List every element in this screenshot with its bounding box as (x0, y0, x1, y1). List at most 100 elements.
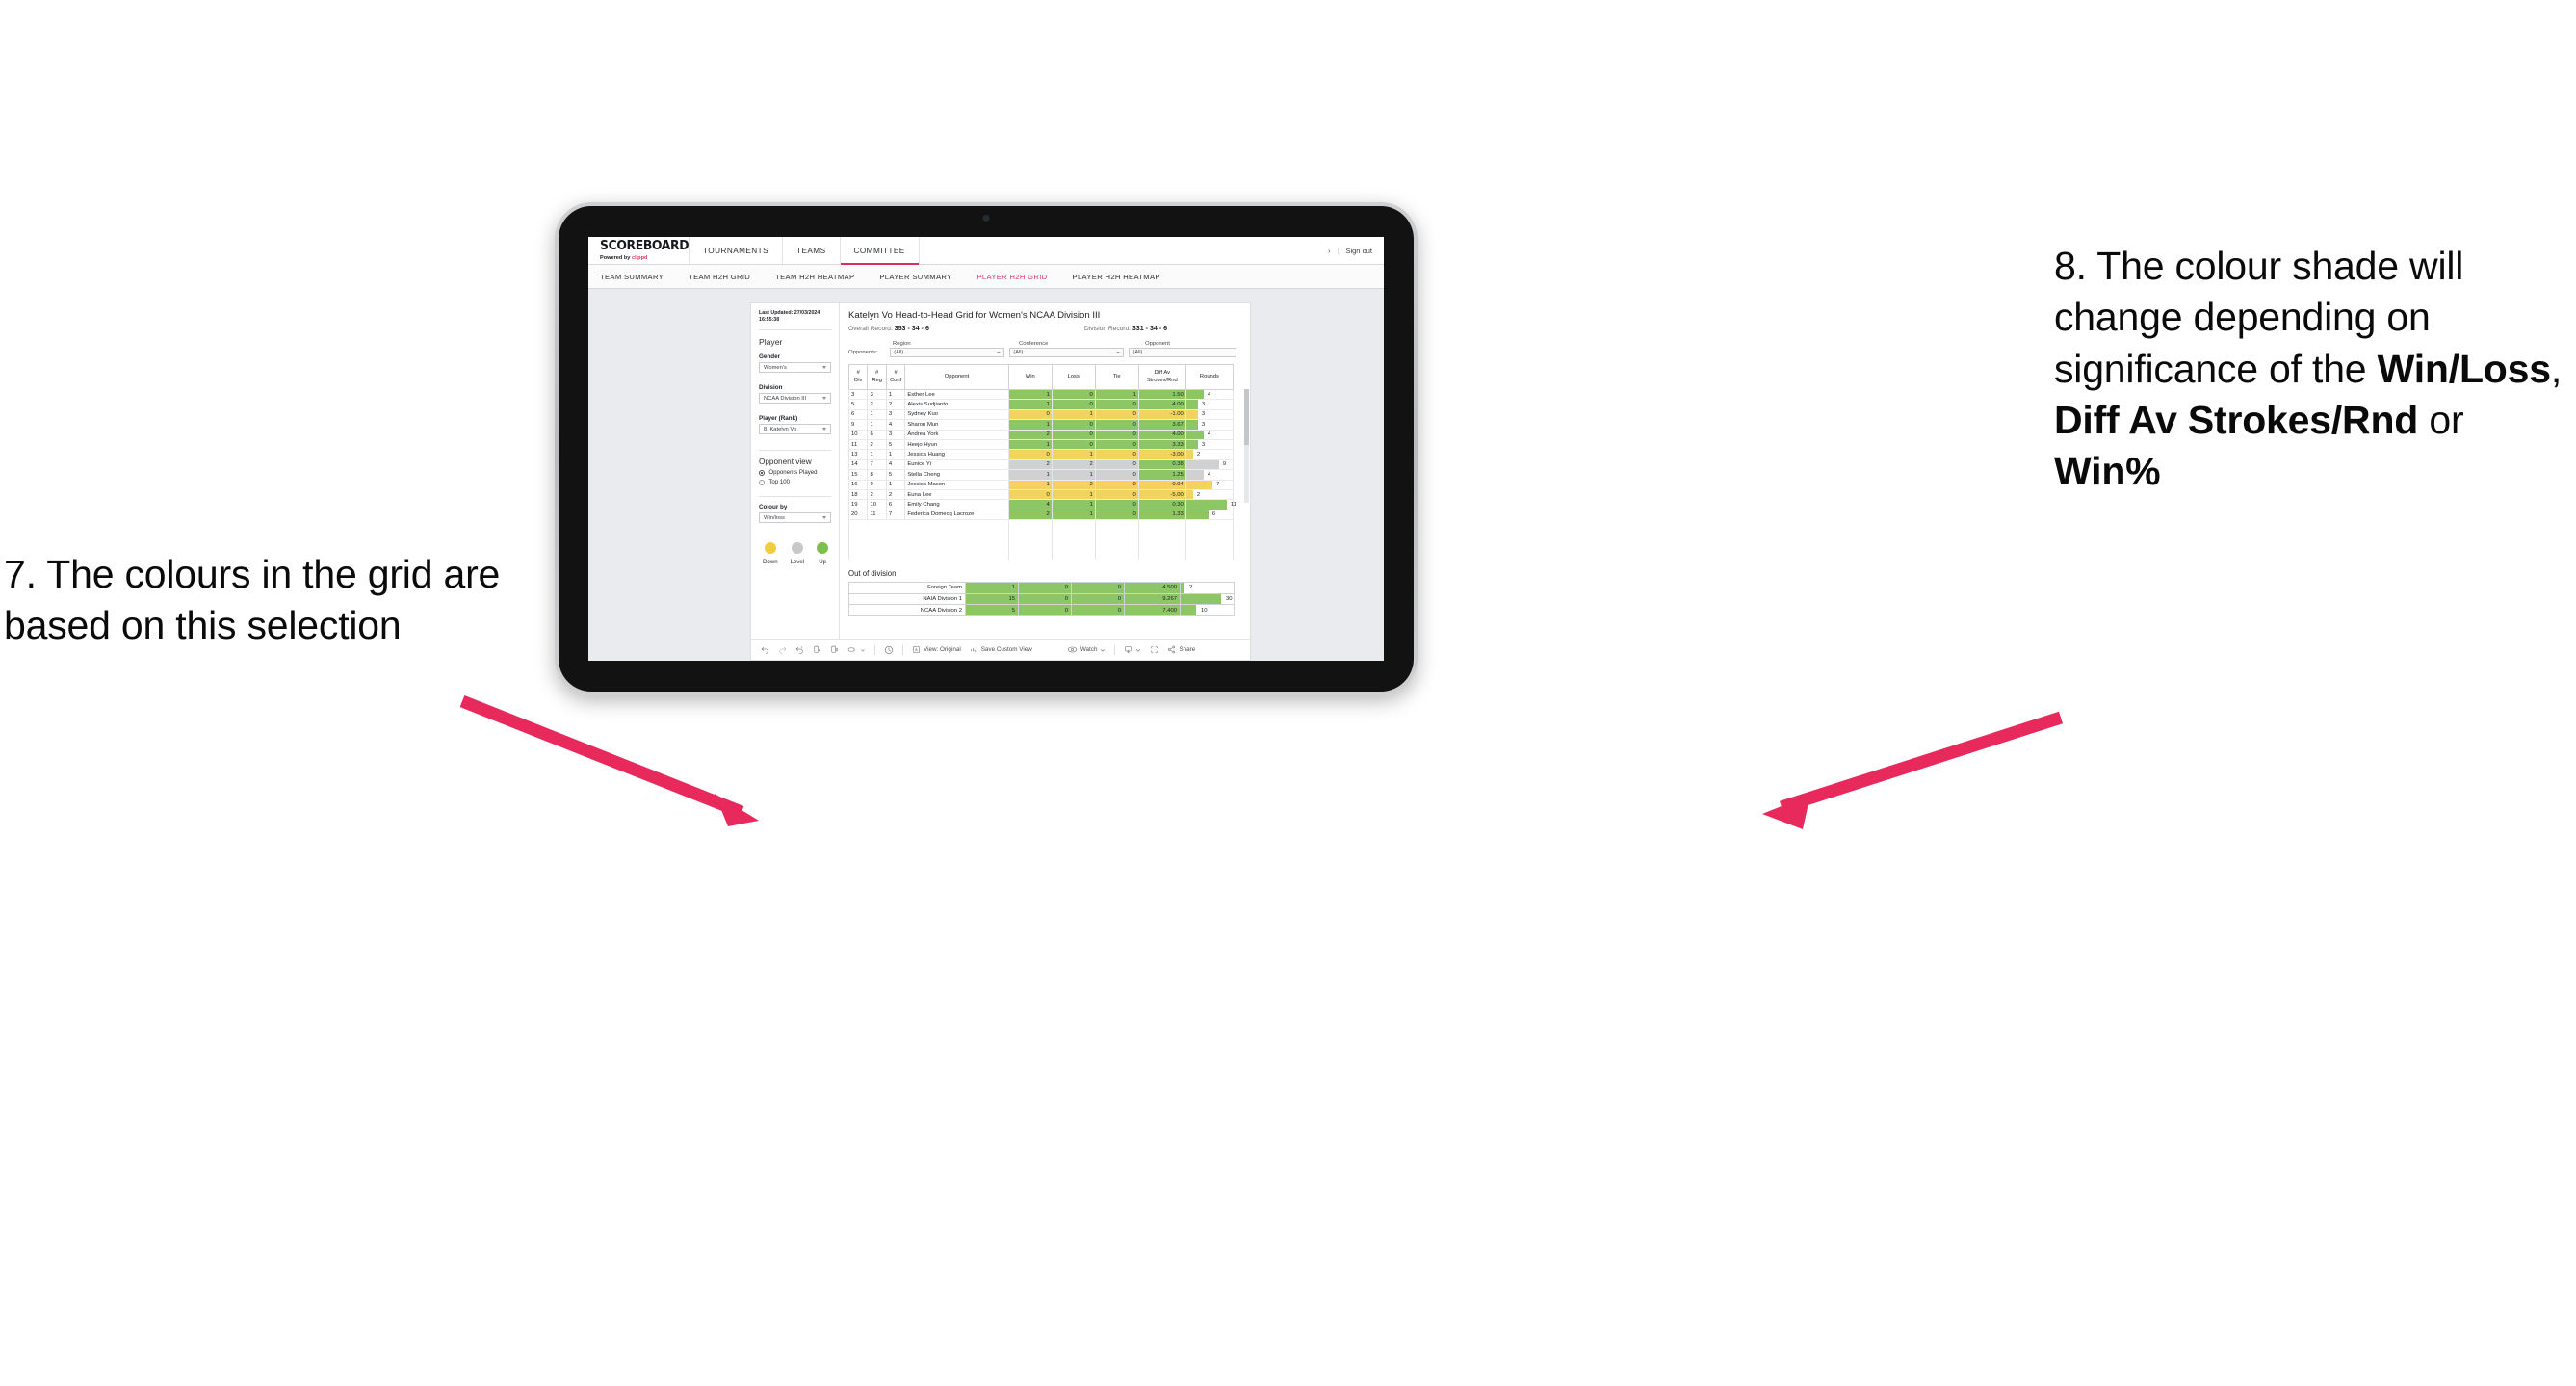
watch-dropdown[interactable]: Watch (1067, 645, 1106, 654)
cell-div: 9 (847, 419, 869, 431)
cell-tie: 0 (1094, 480, 1139, 490)
sign-out-link[interactable]: Sign out (1345, 247, 1372, 255)
tab-player-h2h-heatmap[interactable]: PLAYER H2H HEATMAP (1073, 273, 1160, 281)
highlight-dropdown[interactable] (847, 645, 866, 654)
toolbar-divider-2 (902, 644, 903, 655)
pause-auto-update-button[interactable] (884, 645, 894, 655)
redo-button[interactable] (778, 645, 787, 654)
table-row[interactable]: 10 6 3 Andrea York 2 0 0 4.00 4 (847, 430, 1235, 440)
tab-team-h2h-heatmap[interactable]: TEAM H2H HEATMAP (775, 273, 854, 281)
cell-reg: 2 (867, 439, 887, 451)
out-of-division-row[interactable]: NCAA Division 2 5 0 0 7.400 10 (848, 604, 1235, 616)
player-rank-value: 8. Katelyn Vo (764, 426, 797, 432)
save-custom-view-button[interactable]: Save Custom View (970, 645, 1032, 654)
cell-reg: 2 (867, 489, 887, 501)
tab-player-h2h-grid[interactable]: PLAYER H2H GRID (976, 273, 1047, 281)
toolbar-divider-3 (1114, 644, 1116, 655)
cell-rounds: 4 (1184, 389, 1235, 401)
grid-vertical-scrollbar[interactable] (1244, 389, 1249, 503)
col-header-conf[interactable]: # Conf (885, 364, 906, 390)
pause-updates-button[interactable] (830, 645, 839, 654)
colour-by-select[interactable]: Win/loss (759, 512, 831, 524)
table-row[interactable]: 18 2 2 Euna Lee 0 1 0 -5.00 2 (847, 489, 1235, 501)
radio-opponents-played[interactable]: Opponents Played (759, 469, 831, 476)
grid-body: 3 3 1 Esther Lee 1 0 1 1.50 4 5 2 2 Alexis Sudjianto… (847, 389, 1236, 561)
table-row[interactable]: 14 7 4 Eunice Yi 2 2 0 0.38 9 (847, 459, 1235, 471)
expand-chevron-icon[interactable]: › (1328, 247, 1331, 255)
fullscreen-button[interactable] (1150, 645, 1158, 654)
cell-diff: -3.00 (1137, 449, 1186, 460)
col-div-l2: Div (854, 377, 863, 383)
cell-tie: 1 (1094, 389, 1139, 401)
view-original-button[interactable]: View: Original (912, 645, 961, 654)
undo-button[interactable] (761, 645, 769, 654)
radio-top-100[interactable]: Top 100 (759, 479, 831, 485)
ood-cell-tie: 0 (1071, 604, 1125, 616)
gender-select[interactable]: Women's (759, 362, 831, 374)
cell-reg: 6 (867, 430, 887, 440)
tab-player-summary[interactable]: PLAYER SUMMARY (879, 273, 951, 281)
player-rank-select[interactable]: 8. Katelyn Vo (759, 424, 831, 435)
opponent-filter-select[interactable]: (All) (1129, 348, 1236, 357)
scrollbar-thumb[interactable] (1244, 389, 1249, 445)
cell-win: 1 (1007, 469, 1053, 481)
brand-tagline: Powered by clippd (600, 255, 689, 261)
legend-swatch-level (791, 542, 803, 555)
col-header-tie[interactable]: Tie (1094, 364, 1139, 390)
legend-item-up: Up (817, 542, 829, 565)
share-label: Share (1179, 646, 1196, 653)
col-header-reg[interactable]: # Reg (867, 364, 887, 390)
cell-rounds: 6 (1184, 510, 1235, 521)
table-row[interactable]: 3 3 1 Esther Lee 1 0 1 1.50 4 (847, 389, 1235, 401)
nav-item-tournaments[interactable]: TOURNAMENTS (690, 237, 784, 264)
revert-button[interactable] (795, 645, 804, 654)
col-header-rounds[interactable]: Rounds (1184, 364, 1235, 390)
legend-swatch-up (817, 542, 829, 555)
opponents-tag: Opponents: (848, 350, 878, 355)
col-header-win[interactable]: Win (1007, 364, 1053, 390)
col-header-diff[interactable]: Diff Av Strokes/Rnd (1137, 364, 1186, 390)
cell-rounds-value: 4 (1207, 471, 1211, 478)
division-select[interactable]: NCAA Division III (759, 393, 831, 405)
table-row[interactable]: 16 9 1 Jessica Mason 1 2 0 -0.94 7 (847, 480, 1235, 490)
tab-team-h2h-grid[interactable]: TEAM H2H GRID (689, 273, 750, 281)
refresh-data-button[interactable] (813, 645, 821, 654)
table-row[interactable]: 6 1 3 Sydney Kuo 0 1 0 -1.00 3 (847, 409, 1235, 421)
table-row[interactable]: 11 2 5 Heejo Hyun 1 0 0 3.33 3 (847, 439, 1235, 451)
col-reg-l1: # (875, 370, 879, 377)
conference-filter-select[interactable]: (All) (1009, 348, 1125, 357)
table-row[interactable]: 5 2 2 Alexis Sudjianto 1 0 0 4.00 3 (847, 399, 1235, 410)
table-row[interactable]: 9 1 4 Sharon Mun 1 0 0 3.67 3 (847, 419, 1235, 431)
table-row[interactable]: 20 11 7 Federica Domecq Lacroze 2 1 0 1.33 6 (847, 510, 1235, 521)
table-row[interactable]: 19 10 6 Emily Chang 4 1 0 0.30 11 (847, 499, 1236, 510)
out-of-division-row[interactable]: NAIA Division 1 15 0 0 9.267 30 (848, 592, 1235, 606)
cell-rounds: 7 (1184, 480, 1235, 490)
annotation-7-arrow (459, 694, 759, 826)
cell-loss: 1 (1051, 499, 1096, 510)
share-button[interactable]: Share (1167, 645, 1195, 654)
col-header-div[interactable]: # Div (847, 364, 869, 390)
download-dropdown[interactable] (1124, 645, 1141, 654)
cell-win: 1 (1007, 399, 1053, 410)
table-row[interactable]: 13 1 1 Jessica Huang 0 1 0 -3.00 2 (847, 449, 1235, 460)
division-record: Division Record: 331 - 34 - 6 (1084, 325, 1167, 332)
cell-opponent: Jessica Huang (904, 449, 1009, 460)
nav-item-committee[interactable]: COMMITTEE (840, 237, 920, 265)
cell-div: 6 (847, 409, 869, 421)
region-filter-select[interactable]: (All) (890, 348, 1005, 357)
tab-team-summary[interactable]: TEAM SUMMARY (600, 273, 664, 281)
table-row[interactable]: 15 8 5 Stella Cheng 1 1 0 1.25 4 (847, 469, 1235, 481)
cell-loss: 0 (1051, 399, 1096, 410)
out-of-division-row[interactable]: Foreign Team 1 0 0 4.500 2 (848, 582, 1235, 594)
cell-reg: 7 (867, 459, 887, 471)
cell-conf: 1 (885, 449, 906, 460)
col-header-opponent[interactable]: Opponent (904, 364, 1009, 390)
cell-tie: 0 (1094, 439, 1139, 451)
chevron-down-icon (822, 516, 826, 520)
nav-item-teams[interactable]: TEAMS (783, 237, 841, 264)
brand-logo[interactable]: SCOREBOARD Powered by clippd (588, 237, 690, 264)
ood-cell-name: Foreign Team (848, 582, 966, 594)
sidebar-divider-1 (759, 329, 831, 331)
radio-icon-selected (759, 469, 766, 476)
col-header-loss[interactable]: Loss (1051, 364, 1096, 390)
